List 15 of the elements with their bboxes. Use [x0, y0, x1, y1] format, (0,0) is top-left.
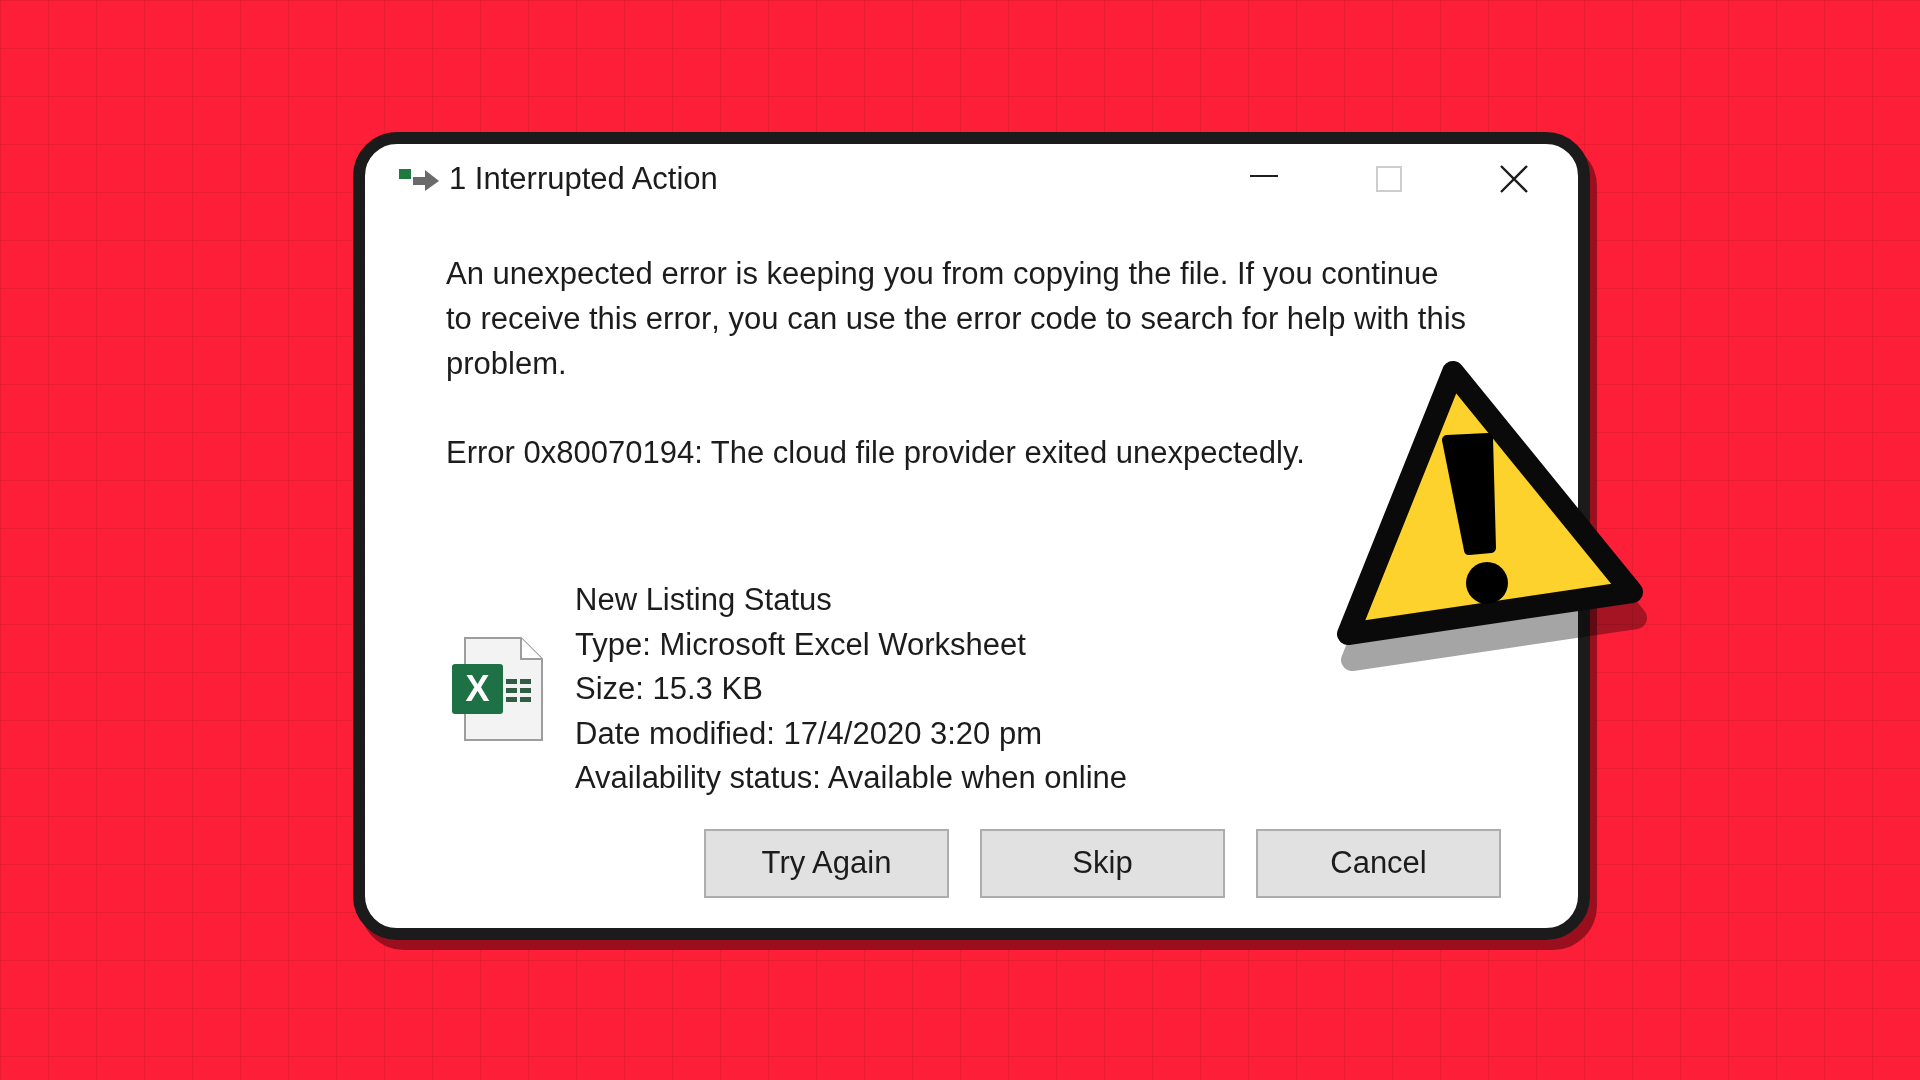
file-detail: Type: Microsoft Excel Worksheet — [575, 625, 1027, 664]
close-icon — [1499, 165, 1528, 193]
error-message: An unexpected error is keeping you from copying the file. If you continue to receive this error, you can use the error code to search for help with this problem. — [446, 255, 1468, 383]
file-detail: Date modified: 17/4/2020 3:20 pm — [575, 714, 1044, 753]
file-detail: Availability status: Available when online — [575, 759, 1128, 797]
maximize-icon — [1375, 166, 1402, 192]
retry-button[interactable]: Try Again — [704, 828, 949, 898]
skip-button[interactable]: Skip — [980, 828, 1225, 898]
error-code-text: Error 0x80070194: The cloud file provider exited unexpectedly. — [446, 434, 1306, 472]
cancel-button[interactable]: Cancel — [1256, 828, 1501, 898]
minimize-icon — [1249, 175, 1278, 177]
file-name: New Listing Status — [575, 581, 833, 619]
transfer-arrow-icon — [398, 166, 440, 192]
window-title: 1 Interrupted Action — [449, 160, 718, 198]
file-detail: Size: 15.3 KB — [575, 670, 764, 708]
